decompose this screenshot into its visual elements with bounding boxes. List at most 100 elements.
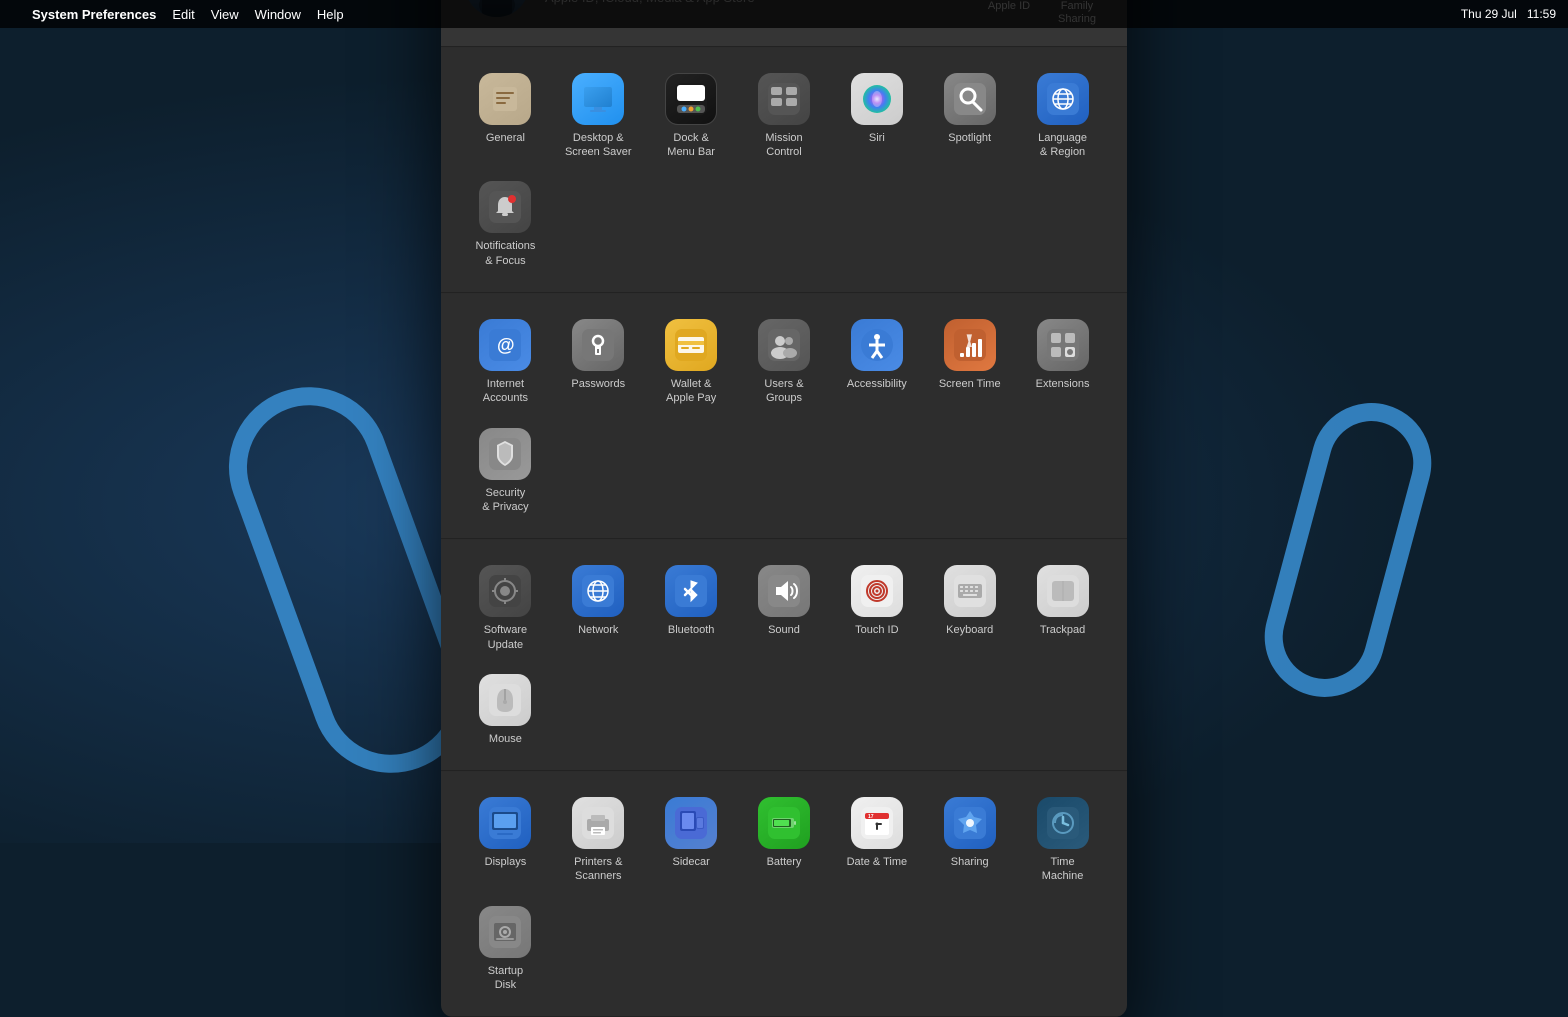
pref-datetime[interactable]: 17 Date & Time [832,787,921,892]
displays-icon [479,797,531,849]
printers-label: Printers &Scanners [574,855,622,884]
menu-view[interactable]: View [211,7,239,22]
pref-sound[interactable]: Sound [740,555,829,660]
sharing-icon [944,797,996,849]
pref-sidecar[interactable]: Sidecar [647,787,736,892]
pref-wallet[interactable]: Wallet &Apple Pay [647,309,736,414]
pref-mission[interactable]: MissionControl [740,63,829,168]
touchid-label: Touch ID [855,623,898,637]
pref-notifications[interactable]: Notifications& Focus [461,171,550,276]
extensions-icon [1037,319,1089,371]
spotlight-icon [944,73,996,125]
general-label: General [486,131,525,145]
users-label: Users &Groups [764,377,803,406]
pref-keyboard[interactable]: Keyboard [925,555,1014,660]
prefs-row-1: General [441,47,1127,293]
pref-users[interactable]: Users &Groups [740,309,829,414]
pref-bluetooth[interactable]: Bluetooth [647,555,736,660]
pref-extensions[interactable]: Extensions [1018,309,1107,414]
pref-network[interactable]: Network [554,555,643,660]
network-label: Network [578,623,618,637]
sharing-label: Sharing [951,855,989,869]
pref-security[interactable]: Security& Privacy [461,418,550,523]
bluetooth-label: Bluetooth [668,623,714,637]
pref-mouse[interactable]: Mouse [461,664,550,754]
system-preferences-window: ‹ › ⊞ System Preferences 🔍 Search [441,0,1127,1017]
pref-displays[interactable]: Displays [461,787,550,892]
prefs-grid-3: SoftwareUpdate Network [461,555,1107,754]
keyboard-icon [944,565,996,617]
pref-general[interactable]: General [461,63,550,168]
menubar-app-name: System Preferences [32,7,156,22]
pref-internet[interactable]: @ InternetAccounts [461,309,550,414]
screentime-icon [944,319,996,371]
sound-icon [758,565,810,617]
dock-label: Dock &Menu Bar [667,131,715,160]
pref-trackpad[interactable]: Trackpad [1018,555,1107,660]
wallet-icon [665,319,717,371]
pref-siri[interactable]: Siri [832,63,921,168]
pref-battery[interactable]: Battery [740,787,829,892]
pref-passwords[interactable]: Passwords [554,309,643,414]
battery-icon [758,797,810,849]
displays-label: Displays [485,855,527,869]
internet-icon: @ [479,319,531,371]
printers-icon [572,797,624,849]
passwords-label: Passwords [571,377,625,391]
pref-screentime[interactable]: Screen Time [925,309,1014,414]
screentime-label: Screen Time [939,377,1001,391]
startup-icon [479,906,531,958]
wallet-label: Wallet &Apple Pay [666,377,716,406]
accessibility-icon [851,319,903,371]
security-icon [479,428,531,480]
pref-dock[interactable]: Dock &Menu Bar [647,63,736,168]
siri-label: Siri [869,131,885,145]
bluetooth-icon [665,565,717,617]
menubar: System Preferences Edit View Window Help… [0,0,1568,28]
menubar-left: System Preferences Edit View Window Help [12,7,344,22]
dock-icon [665,73,717,125]
menu-help[interactable]: Help [317,7,344,22]
language-icon [1037,73,1089,125]
prefs-grid-4: Displays Printers &Scanners [461,787,1107,1000]
software-icon [479,565,531,617]
pref-accessibility[interactable]: Accessibility [832,309,921,414]
pref-startup[interactable]: StartupDisk [461,896,550,1001]
startup-label: StartupDisk [488,964,523,993]
pref-software[interactable]: SoftwareUpdate [461,555,550,660]
sound-label: Sound [768,623,800,637]
pref-language[interactable]: Language& Region [1018,63,1107,168]
battery-label: Battery [767,855,802,869]
pref-touchid[interactable]: Touch ID [832,555,921,660]
keyboard-label: Keyboard [946,623,993,637]
mission-icon [758,73,810,125]
timemachine-icon [1037,797,1089,849]
pref-sharing[interactable]: Sharing [925,787,1014,892]
siri-icon [851,73,903,125]
sidecar-icon [665,797,717,849]
desktop-label: Desktop &Screen Saver [565,131,632,160]
security-label: Security& Privacy [482,486,528,515]
notifications-label: Notifications& Focus [475,239,535,268]
menu-window[interactable]: Window [255,7,301,22]
pref-printers[interactable]: Printers &Scanners [554,787,643,892]
trackpad-icon [1037,565,1089,617]
accessibility-label: Accessibility [847,377,907,391]
pref-spotlight[interactable]: Spotlight [925,63,1014,168]
pref-timemachine[interactable]: TimeMachine [1018,787,1107,892]
notifications-icon [479,181,531,233]
language-label: Language& Region [1038,131,1087,160]
prefs-row-4: Displays Printers &Scanners [441,771,1127,1017]
svg-text:@: @ [497,335,515,355]
timemachine-label: TimeMachine [1042,855,1084,884]
general-icon [479,73,531,125]
users-icon [758,319,810,371]
network-icon [572,565,624,617]
pref-desktop[interactable]: Desktop &Screen Saver [554,63,643,168]
menubar-time: 11:59 [1527,7,1556,21]
menu-edit[interactable]: Edit [172,7,194,22]
internet-label: InternetAccounts [483,377,528,406]
touchid-icon [851,565,903,617]
menubar-date: Thu 29 Jul [1461,7,1517,21]
datetime-label: Date & Time [847,855,908,869]
